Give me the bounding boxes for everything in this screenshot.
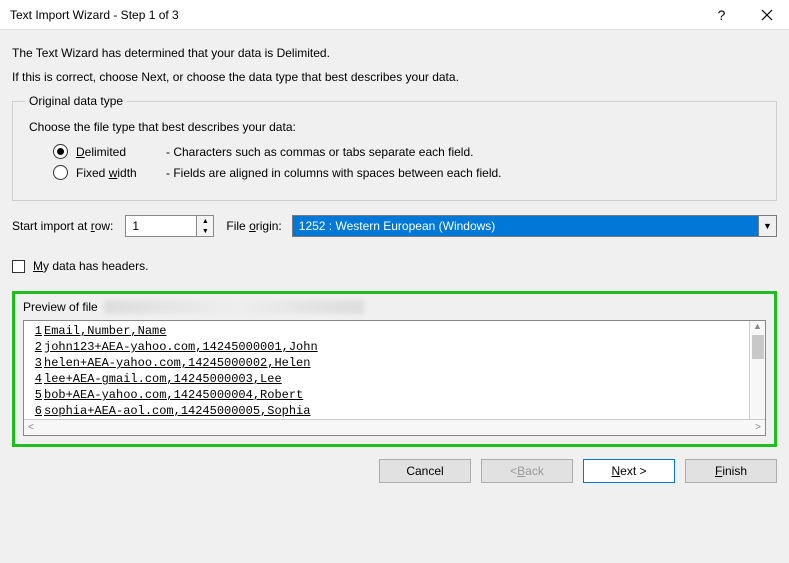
close-icon — [761, 9, 773, 21]
file-origin-value: 1252 : Western European (Windows) — [293, 216, 758, 236]
preview-vscrollbar[interactable]: ▲ — [749, 321, 765, 419]
preview-row: 5bob+AEA-yahoo.com,14245000004,Robert — [24, 387, 765, 403]
original-data-type-group: Original data type Choose the file type … — [12, 94, 777, 201]
chevron-down-icon[interactable]: ▼ — [758, 216, 776, 236]
next-button[interactable]: Next > — [583, 459, 675, 483]
radio-delimited-desc: - Characters such as commas or tabs sepa… — [166, 145, 473, 159]
radio-delimited[interactable] — [53, 144, 68, 159]
preview-row: 1Email,Number,Name — [24, 323, 765, 339]
file-origin-label: File origin: — [226, 219, 281, 233]
help-button[interactable]: ? — [699, 0, 744, 30]
preview-row: 3helen+AEA-yahoo.com,14245000002,Helen — [24, 355, 765, 371]
start-row-input[interactable] — [126, 216, 196, 236]
button-row: Cancel < Back Next > Finish — [12, 459, 777, 483]
headers-label: My data has headers. — [33, 259, 148, 273]
scroll-right-icon[interactable]: > — [755, 422, 761, 433]
close-button[interactable] — [744, 0, 789, 30]
preview-title-row: Preview of file — [23, 300, 766, 314]
dialog-body: The Text Wizard has determined that your… — [0, 30, 789, 563]
start-row-spinner[interactable]: ▲ ▼ — [125, 215, 214, 237]
preview-row: 4lee+AEA-gmail.com,14245000003,Lee — [24, 371, 765, 387]
cancel-button[interactable]: Cancel — [379, 459, 471, 483]
preview-path-blurred — [104, 300, 364, 314]
preview-hscrollbar[interactable]: < > — [24, 419, 765, 435]
back-button: < Back — [481, 459, 573, 483]
spin-up-icon[interactable]: ▲ — [197, 216, 213, 226]
preview-box: 1Email,Number,Name 2john123+AEA-yahoo.co… — [23, 320, 766, 436]
file-origin-row: File origin: 1252 : Western European (Wi… — [226, 215, 777, 237]
scroll-thumb[interactable] — [752, 335, 764, 359]
choose-text: Choose the file type that best describes… — [29, 120, 764, 134]
radio-fixed-row[interactable]: Fixed width - Fields are aligned in colu… — [53, 165, 764, 180]
preview-row: 2john123+AEA-yahoo.com,14245000001,John — [24, 339, 765, 355]
spin-down-icon[interactable]: ▼ — [197, 226, 213, 236]
finish-button[interactable]: Finish — [685, 459, 777, 483]
intro-line-2: If this is correct, choose Next, or choo… — [12, 70, 777, 84]
start-row-label: Start import at row: — [12, 219, 113, 233]
window-title: Text Import Wizard - Step 1 of 3 — [10, 8, 699, 22]
scroll-up-icon[interactable]: ▲ — [753, 321, 762, 331]
radio-fixed-label: Fixed width — [76, 166, 158, 180]
radio-delimited-label: Delimited — [76, 145, 158, 159]
headers-checkbox-row[interactable]: My data has headers. — [12, 259, 777, 273]
radio-fixed-desc: - Fields are aligned in columns with spa… — [166, 166, 502, 180]
intro-line-1: The Text Wizard has determined that your… — [12, 46, 777, 60]
preview-lines: 1Email,Number,Name 2john123+AEA-yahoo.co… — [24, 321, 765, 419]
group-legend: Original data type — [25, 94, 127, 108]
radio-fixed[interactable] — [53, 165, 68, 180]
titlebar: Text Import Wizard - Step 1 of 3 ? — [0, 0, 789, 30]
preview-row: 6sophia+AEA-aol.com,14245000005,Sophia — [24, 403, 765, 419]
preview-section: Preview of file 1Email,Number,Name 2john… — [12, 291, 777, 447]
spinner-buttons[interactable]: ▲ ▼ — [196, 216, 213, 236]
headers-checkbox[interactable] — [12, 260, 25, 273]
radio-delimited-row[interactable]: Delimited - Characters such as commas or… — [53, 144, 764, 159]
import-options-row: Start import at row: ▲ ▼ File origin: 12… — [12, 215, 777, 237]
file-origin-select[interactable]: 1252 : Western European (Windows) ▼ — [292, 215, 777, 237]
scroll-left-icon[interactable]: < — [28, 422, 34, 433]
preview-title: Preview of file — [23, 300, 98, 314]
